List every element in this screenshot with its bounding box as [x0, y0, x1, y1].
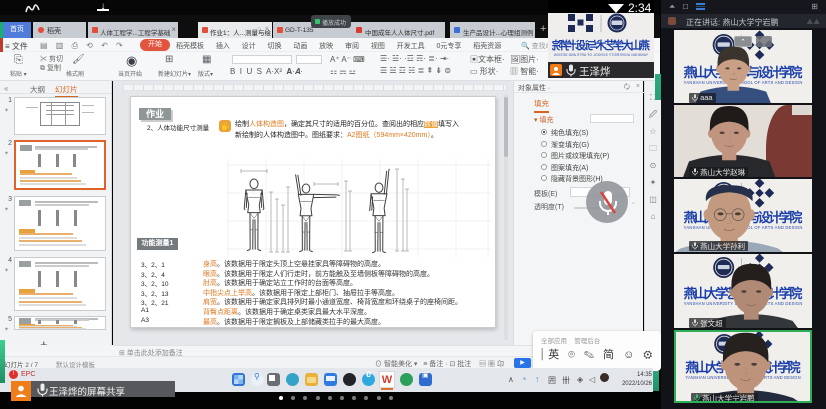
svg-text:燕山大学艺术与设计学院: 燕山大学艺术与设计学院: [552, 38, 650, 52]
svg-text:YANSHAN UNIVERSITY SCHOOL OF A: YANSHAN UNIVERSITY SCHOOL OF ARTS AND DE…: [553, 53, 648, 57]
